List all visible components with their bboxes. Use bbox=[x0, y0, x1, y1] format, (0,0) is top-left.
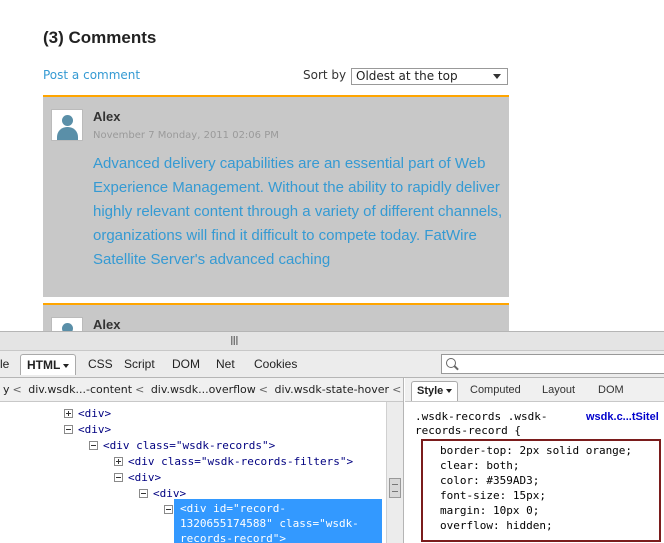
comment-record: Alex November 7 Monday, 2011 02:06 PM Ad… bbox=[43, 95, 509, 297]
css-rules: .wsdk-records .wsdk- records-record { ws… bbox=[405, 402, 664, 543]
breadcrumb-item[interactable]: div.wsdk-state-hover bbox=[274, 383, 389, 396]
breadcrumb: y < div.wsdk...-content < div.wsdk...overf… bbox=[0, 378, 403, 402]
firebug-panel: III le HTML CSS Script DOM Net Cookies y… bbox=[0, 331, 664, 543]
chevron-down-icon bbox=[493, 74, 501, 79]
tab-css[interactable]: CSS bbox=[82, 354, 119, 374]
style-pane: Style Computed Layout DOM .wsdk-records … bbox=[405, 378, 664, 543]
avatar-icon bbox=[51, 317, 83, 331]
tree-node[interactable]: <div> bbox=[64, 406, 111, 422]
collapse-icon[interactable] bbox=[89, 441, 98, 450]
tab-net[interactable]: Net bbox=[210, 354, 241, 374]
breadcrumb-separator: < bbox=[392, 383, 402, 396]
tree-node-selected[interactable]: <div id="record- 1320655174588" class="w… bbox=[174, 499, 382, 543]
css-declaration[interactable]: overflow: hidden; bbox=[440, 518, 553, 533]
tree-node-label: <div> bbox=[128, 471, 162, 484]
css-declaration[interactable]: clear: both; bbox=[440, 458, 519, 473]
expand-icon[interactable] bbox=[114, 457, 123, 466]
comment-author: Alex bbox=[93, 317, 121, 331]
html-pane: y < div.wsdk...-content < div.wsdk...overf… bbox=[0, 378, 404, 543]
tab-style-label: Style bbox=[417, 385, 444, 397]
post-comment-link[interactable]: Post a comment bbox=[43, 68, 140, 82]
tree-node[interactable]: <div> bbox=[114, 470, 161, 486]
tab-script[interactable]: Script bbox=[118, 354, 161, 374]
css-selector: .wsdk-records .wsdk- records-record { bbox=[415, 410, 547, 438]
panel-splitter[interactable]: III bbox=[0, 331, 664, 351]
grip-icon[interactable]: III bbox=[230, 334, 239, 348]
tree-node[interactable]: <div class="wsdk-records-filters"> bbox=[114, 454, 353, 470]
breadcrumb-separator: < bbox=[12, 383, 22, 396]
scrollbar-thumb[interactable] bbox=[389, 478, 401, 498]
tree-node[interactable]: <div> bbox=[64, 422, 111, 438]
css-declaration[interactable]: font-size: 15px; bbox=[440, 488, 546, 503]
css-declaration[interactable]: margin: 10px 0; bbox=[440, 503, 539, 518]
css-declaration[interactable]: color: #359AD3; bbox=[440, 473, 539, 488]
tree-node-label: <div class="wsdk-records"> bbox=[103, 439, 276, 452]
web-page: (3) Comments Post a comment Sort by Olde… bbox=[0, 0, 664, 331]
search-icon bbox=[446, 358, 456, 368]
tab-console[interactable]: le bbox=[0, 354, 15, 374]
collapse-icon[interactable] bbox=[114, 473, 123, 482]
tab-layout[interactable]: Layout bbox=[537, 381, 580, 400]
collapse-icon[interactable] bbox=[139, 489, 148, 498]
breadcrumb-item[interactable]: div.wsdk...-content bbox=[28, 383, 132, 396]
css-declaration[interactable]: border-top: 2px solid orange; bbox=[440, 443, 632, 458]
selected-line: records-record"> bbox=[180, 532, 286, 543]
tree-node-label: <div> bbox=[78, 407, 112, 420]
breadcrumb-item[interactable]: y bbox=[3, 383, 10, 396]
css-selector-line: .wsdk-records .wsdk- bbox=[415, 410, 548, 423]
selected-line: 1320655174588" class="wsdk- bbox=[180, 517, 359, 530]
breadcrumb-separator: < bbox=[258, 383, 268, 396]
html-tree: <div> <div> <div class="wsdk-records"> <… bbox=[0, 402, 386, 543]
breadcrumb-item[interactable]: div.wsdk...overflow bbox=[151, 383, 256, 396]
sort-selected-value: Oldest at the top bbox=[356, 69, 458, 83]
selected-line: <div id="record- bbox=[180, 502, 286, 515]
comment-text: Advanced delivery capabilities are an es… bbox=[93, 155, 503, 268]
dropdown-arrow-icon[interactable] bbox=[63, 363, 70, 368]
comments-title: (3) Comments bbox=[43, 28, 157, 47]
tree-node-label: <div class="wsdk-records-filters"> bbox=[128, 455, 354, 468]
firebug-toolbar: le HTML CSS Script DOM Net Cookies bbox=[0, 351, 664, 378]
search-input[interactable] bbox=[441, 354, 664, 374]
sort-select[interactable]: Oldest at the top bbox=[351, 68, 508, 85]
css-source-link[interactable]: wsdk.c...tSitel bbox=[586, 411, 659, 423]
scrollbar[interactable] bbox=[386, 402, 403, 543]
tree-node[interactable]: <div class="wsdk-records"> bbox=[89, 438, 275, 454]
collapse-icon[interactable] bbox=[64, 425, 73, 434]
dropdown-arrow-icon[interactable] bbox=[446, 389, 453, 394]
comment-author: Alex bbox=[93, 109, 121, 124]
tab-html-label: HTML bbox=[27, 358, 61, 372]
css-selector-line: records-record { bbox=[415, 424, 521, 437]
tab-dom-style[interactable]: DOM bbox=[593, 381, 629, 400]
tab-dom[interactable]: DOM bbox=[166, 354, 206, 374]
comment-date: November 7 Monday, 2011 02:06 PM bbox=[93, 130, 279, 141]
tab-style[interactable]: Style bbox=[411, 381, 459, 401]
breadcrumb-separator: < bbox=[135, 383, 145, 396]
collapse-icon[interactable] bbox=[164, 505, 173, 514]
tree-node-label: <div> bbox=[78, 423, 112, 436]
avatar-icon bbox=[51, 109, 83, 141]
tab-cookies[interactable]: Cookies bbox=[248, 354, 303, 374]
style-tabs: Style Computed Layout DOM bbox=[405, 378, 664, 402]
tab-html[interactable]: HTML bbox=[20, 354, 77, 375]
comment-record: Alex bbox=[43, 303, 509, 331]
tab-computed[interactable]: Computed bbox=[465, 381, 526, 400]
sort-label: Sort by bbox=[303, 68, 347, 82]
expand-icon[interactable] bbox=[64, 409, 73, 418]
